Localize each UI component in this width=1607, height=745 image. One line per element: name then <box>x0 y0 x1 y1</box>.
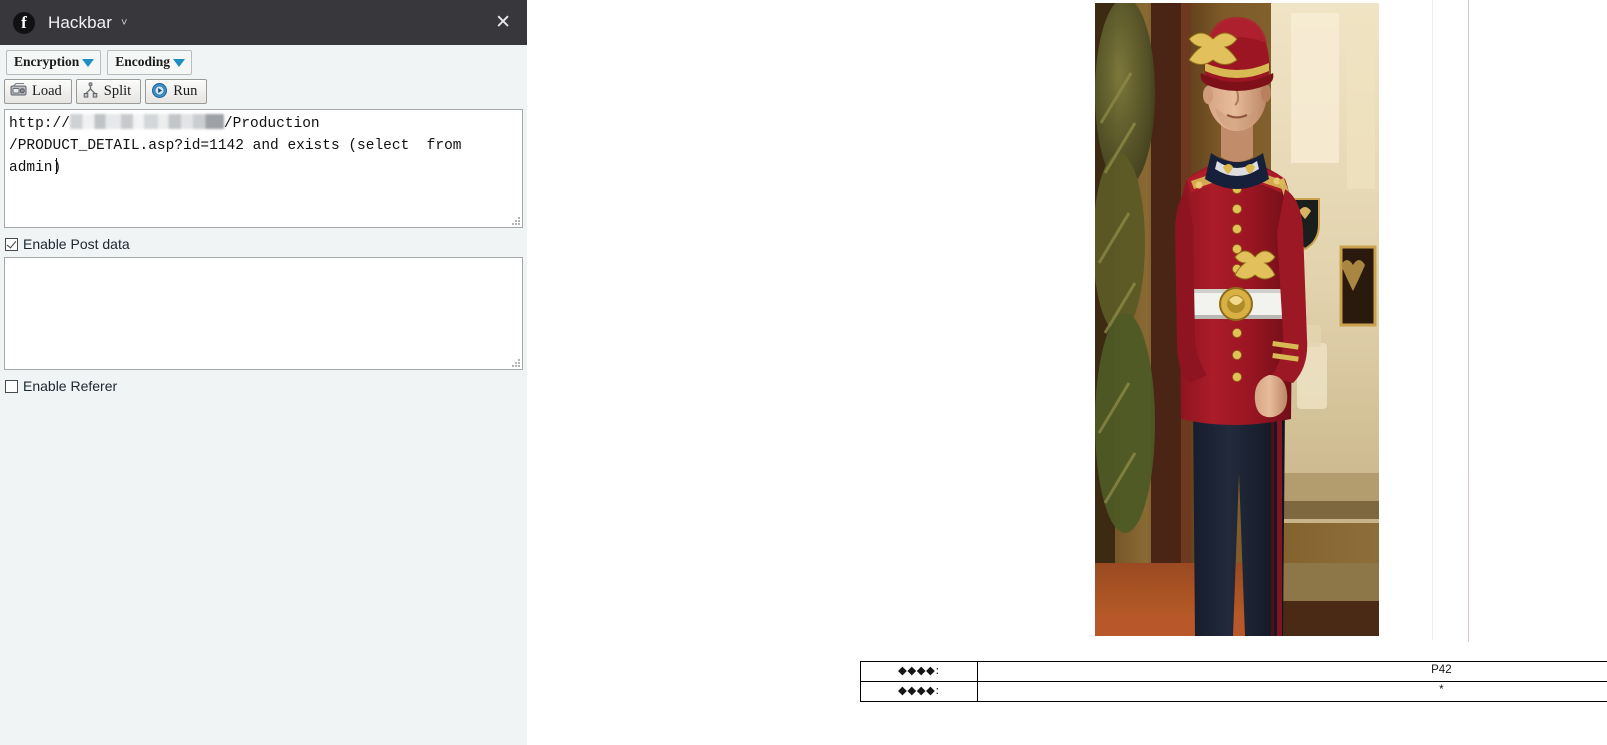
page-divider-left <box>1432 0 1433 640</box>
split-button[interactable]: Split <box>75 78 142 105</box>
url-input[interactable]: http:///Production /PRODUCT_DETAIL.asp?i… <box>4 109 523 229</box>
run-button[interactable]: Run <box>145 78 208 105</box>
table-row: ◆◆◆◆: P42 <box>860 661 1607 682</box>
url-prefix: http:// <box>9 116 70 133</box>
product-photo <box>1095 3 1379 636</box>
encoding-dropdown-label: Encoding <box>115 54 171 69</box>
post-data-input[interactable] <box>4 257 523 371</box>
load-disk-icon <box>10 83 27 96</box>
hackbar-panel: f Hackbar ˅ ✕ Encryption Encoding Load S… <box>0 0 527 745</box>
enable-post-data-checkbox[interactable] <box>5 237 18 251</box>
table-row: ◆◆◆◆: * <box>860 680 1607 702</box>
hackbar-logo-icon: f <box>13 11 35 34</box>
enable-referer-label: Enable Referer <box>23 378 118 395</box>
web-page-content: ◆◆◆◆: P42 ◆◆◆◆: * <box>527 0 1607 745</box>
hackbar-titlebar: f Hackbar ˅ ✕ <box>0 0 527 45</box>
encoding-toolbar: Encryption Encoding <box>0 45 527 75</box>
attr-value: P42 <box>976 661 1607 682</box>
text-caret <box>56 158 58 175</box>
triangle-down-icon <box>82 58 95 67</box>
run-play-icon <box>152 83 168 99</box>
redacted-host-mask <box>69 114 224 130</box>
run-button-label: Run <box>173 82 198 99</box>
attr-value: * <box>976 680 1607 702</box>
attribute-table: ◆◆◆◆: P42 ◆◆◆◆: * <box>860 661 1607 702</box>
panel-title: Hackbar <box>48 12 113 32</box>
post-field-wrap <box>0 252 527 371</box>
page-divider-gray <box>1468 0 1469 472</box>
load-button[interactable]: Load <box>4 78 72 105</box>
page-divider-pink <box>1468 472 1469 642</box>
close-icon[interactable]: ✕ <box>491 11 515 34</box>
chevron-down-icon[interactable]: ˅ <box>121 18 127 29</box>
enable-referer-row: Enable Referer <box>0 370 527 394</box>
encoding-dropdown[interactable]: Encoding <box>107 50 193 75</box>
url-field-wrap: http:///Production /PRODUCT_DETAIL.asp?i… <box>0 104 527 229</box>
product-photo-image <box>1095 3 1379 636</box>
enable-post-data-row: Enable Post data <box>0 228 527 252</box>
encryption-dropdown[interactable]: Encryption <box>6 50 102 75</box>
split-button-label: Split <box>103 82 132 99</box>
enable-referer-checkbox[interactable] <box>5 379 18 393</box>
triangle-down-icon <box>173 58 186 67</box>
encryption-dropdown-label: Encryption <box>14 54 80 69</box>
split-icon <box>83 82 98 99</box>
load-button-label: Load <box>32 82 62 99</box>
attr-key: ◆◆◆◆: <box>860 661 978 682</box>
action-toolbar: Load Split Run <box>0 75 527 105</box>
enable-post-data-label: Enable Post data <box>23 236 130 253</box>
attr-key: ◆◆◆◆: <box>860 680 978 702</box>
